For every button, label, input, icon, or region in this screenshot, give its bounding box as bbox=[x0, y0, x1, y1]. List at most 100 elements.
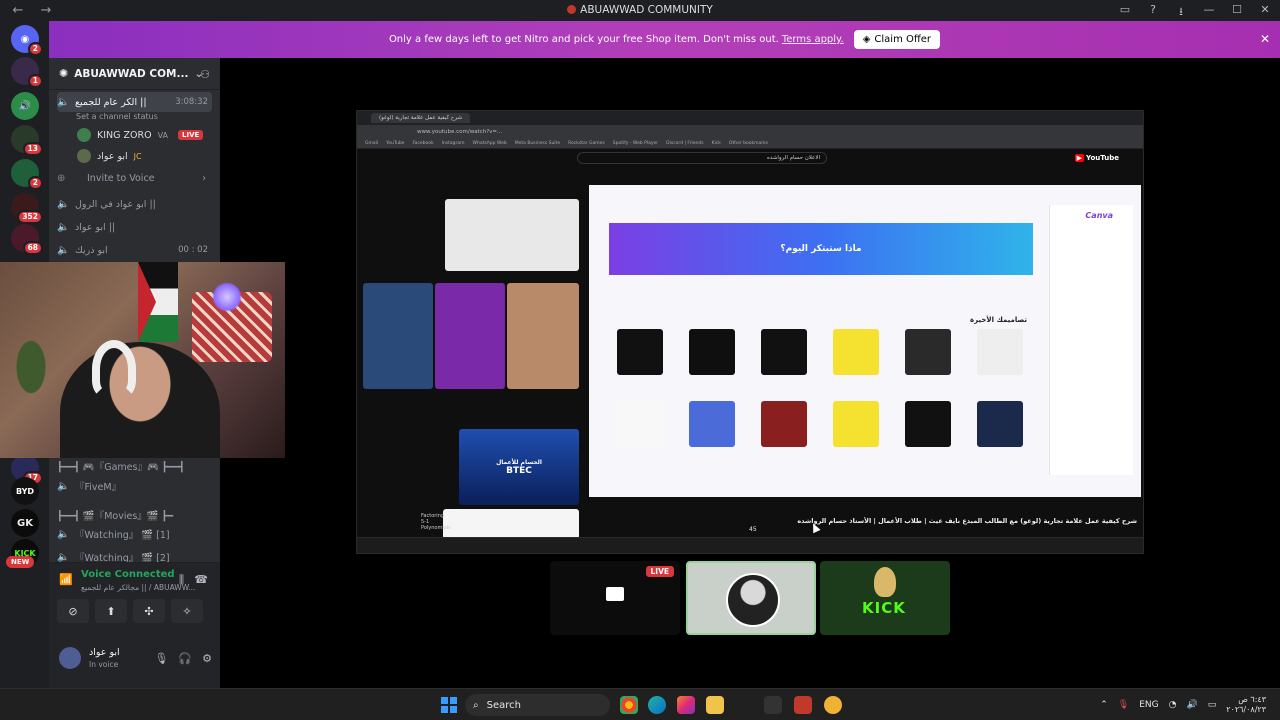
voice-channel[interactable]: 🔈 『Watching』 🎬 [1] bbox=[57, 524, 212, 544]
voice-channel[interactable]: 🔈 ابو عواد في الرول || bbox=[57, 194, 212, 214]
camera-off-icon[interactable]: ⊘ bbox=[57, 599, 89, 623]
participant-tile[interactable] bbox=[686, 561, 816, 635]
file-explorer-icon[interactable] bbox=[706, 696, 724, 714]
taskbar-clock[interactable]: ٦:٤٣ ص ٢٠٢٦/٠٨/٢٣ bbox=[1226, 695, 1266, 715]
server-icon-gk[interactable]: GK bbox=[11, 509, 39, 537]
edge-icon[interactable] bbox=[648, 696, 666, 714]
app-icon[interactable] bbox=[794, 696, 812, 714]
gear-icon[interactable]: ⚙ bbox=[202, 652, 212, 665]
design-thumbnail[interactable] bbox=[761, 329, 807, 375]
design-thumbnail[interactable] bbox=[977, 329, 1023, 375]
claim-offer-button[interactable]: ◈ Claim Offer bbox=[853, 30, 941, 49]
design-thumbnail[interactable] bbox=[905, 329, 951, 375]
instagram-icon[interactable] bbox=[677, 696, 695, 714]
youtube-search[interactable]: الاعلان حسام الرواشده bbox=[577, 152, 827, 164]
chrome-icon[interactable] bbox=[620, 696, 638, 714]
channel-status[interactable]: Set a channel status bbox=[76, 112, 158, 121]
terms-link[interactable]: Terms apply. bbox=[782, 34, 844, 45]
design-thumbnail[interactable] bbox=[905, 401, 951, 447]
video-thumbnail[interactable] bbox=[363, 283, 433, 389]
speaker-icon: 🔈 bbox=[57, 244, 70, 256]
voice-channel-active[interactable]: 🔈 الكر عام للجميع || 3:08:32 bbox=[57, 92, 212, 112]
server-icon[interactable]: 13 bbox=[11, 125, 43, 156]
discord-logo-icon: ◉ bbox=[20, 33, 30, 45]
system-tray: ⌃ 🎙 ENG ◔ 🔊 ▭ ٦:٤٣ ص ٢٠٢٦/٠٨/٢٣ bbox=[1100, 695, 1266, 715]
noise-suppression-icon[interactable]: ⫼ bbox=[179, 573, 184, 587]
participant-tile[interactable]: KICK bbox=[820, 561, 950, 635]
avatar[interactable] bbox=[59, 647, 81, 669]
video-thumbnail[interactable] bbox=[443, 509, 579, 539]
minimize-icon[interactable]: — bbox=[1202, 3, 1216, 22]
webcam-overlay[interactable] bbox=[0, 262, 285, 458]
terminal-icon[interactable] bbox=[764, 696, 782, 714]
server-icon[interactable]: 68 bbox=[11, 224, 43, 255]
design-thumbnail[interactable] bbox=[689, 401, 735, 447]
maximize-icon[interactable]: ☐ bbox=[1230, 3, 1244, 22]
speaker-icon: 🔈 bbox=[57, 198, 70, 210]
invite-to-voice[interactable]: ⊕ Invite to Voice › bbox=[57, 168, 212, 188]
server-icon-byd[interactable]: BYD bbox=[11, 477, 39, 505]
close-window-icon[interactable]: ✕ bbox=[1258, 3, 1272, 22]
activities-icon[interactable]: ✣ bbox=[133, 599, 165, 623]
discord-home-icon[interactable]: ◉ 2 bbox=[11, 25, 43, 56]
disconnect-icon[interactable]: ☎ bbox=[194, 573, 208, 586]
volume-icon[interactable]: 🔊 bbox=[1187, 700, 1198, 710]
speaker-icon: 🔈 bbox=[57, 221, 70, 233]
design-thumbnail[interactable] bbox=[761, 401, 807, 447]
youtube-logo[interactable]: ▶ YouTube bbox=[1074, 154, 1119, 162]
close-banner-icon[interactable]: ✕ bbox=[1260, 32, 1270, 46]
taskbar-search[interactable]: ⌕ Search bbox=[465, 694, 610, 716]
screen-share-icon[interactable]: ⬆ bbox=[95, 599, 127, 623]
category-games[interactable]: ┣━━┫ 🎮『Games』🎮 ┣━━┫ bbox=[57, 456, 212, 476]
design-thumbnail[interactable] bbox=[833, 329, 879, 375]
flag-decoration bbox=[138, 262, 178, 342]
server-dot-icon bbox=[567, 5, 577, 14]
video-thumbnail[interactable] bbox=[435, 283, 505, 389]
server-icon-active[interactable]: 🔊 bbox=[11, 92, 39, 120]
microphone-icon[interactable]: 🎙 bbox=[154, 652, 168, 665]
chevron-up-icon[interactable]: ⌃ bbox=[1100, 700, 1108, 710]
video-thumbnail[interactable]: الحسام للأعمال BTEC bbox=[459, 429, 579, 505]
voice-user[interactable]: KING ZORO VA LIVE bbox=[77, 126, 204, 144]
like-count[interactable]: 45 bbox=[749, 526, 757, 533]
invite-people-icon[interactable]: ⚇ bbox=[200, 68, 210, 81]
server-icon[interactable]: 352 bbox=[11, 193, 43, 224]
voice-channel[interactable]: 🔈 ابو ذريك 00 : 02 bbox=[57, 240, 212, 260]
download-icon[interactable]: ⭳ bbox=[1174, 3, 1188, 22]
wifi-icon[interactable]: ◔ bbox=[1169, 700, 1177, 710]
speaker-icon: 🔊 bbox=[18, 100, 32, 112]
design-thumbnail[interactable] bbox=[689, 329, 735, 375]
help-icon[interactable]: ? bbox=[1146, 3, 1160, 22]
live-badge: LIVE bbox=[178, 130, 204, 140]
soundboard-icon[interactable]: ✧ bbox=[171, 599, 203, 623]
design-thumbnail[interactable] bbox=[833, 401, 879, 447]
voice-user[interactable]: ابو عواد JC bbox=[77, 147, 142, 165]
windows-start-icon[interactable] bbox=[441, 697, 457, 713]
design-thumbnail[interactable] bbox=[617, 401, 663, 447]
language-indicator[interactable]: ENG bbox=[1139, 700, 1158, 710]
design-thumbnail[interactable] bbox=[977, 401, 1023, 447]
headphones-icon[interactable]: 🎧 bbox=[178, 652, 192, 665]
microphone-icon[interactable]: 🎙 bbox=[1118, 700, 1129, 710]
video-thumbnail[interactable] bbox=[445, 199, 579, 271]
browser-tab[interactable]: شرح كيفية عمل علامة تجارية (لوغو) bbox=[371, 113, 471, 123]
server-header[interactable]: ✺ ABUAWWAD COM... ⌄ ⚇ bbox=[49, 58, 220, 90]
video-title: شرح كيفية عمل علامة تجارية (لوغو) مع الط… bbox=[797, 517, 1137, 525]
voice-channel[interactable]: 🔈 ابو عواد || bbox=[57, 217, 212, 237]
category-movies[interactable]: ┣━━┫ 🎬『Movies』🎬 ┣━ bbox=[57, 505, 212, 525]
app-icon[interactable] bbox=[824, 696, 842, 714]
voice-channel[interactable]: 🔈 『FiveM』 bbox=[57, 476, 212, 496]
avatar bbox=[77, 128, 91, 142]
server-icon[interactable]: 2 bbox=[11, 159, 43, 190]
stream-tile[interactable]: LIVE bbox=[550, 561, 680, 635]
design-thumbnail[interactable] bbox=[617, 329, 663, 375]
avatar bbox=[874, 567, 896, 597]
light-decoration bbox=[212, 282, 242, 312]
browser-address-bar[interactable]: www.youtube.com/watch?v=... bbox=[357, 125, 1143, 139]
inbox-icon[interactable]: ▭ bbox=[1118, 3, 1132, 22]
server-icon[interactable]: 1 bbox=[11, 57, 43, 88]
search-icon: ⌕ bbox=[473, 699, 479, 711]
video-thumbnail[interactable] bbox=[507, 283, 579, 389]
screen-share-stream[interactable]: شرح كيفية عمل علامة تجارية (لوغو) www.yo… bbox=[356, 110, 1144, 554]
battery-icon[interactable]: ▭ bbox=[1208, 700, 1217, 710]
